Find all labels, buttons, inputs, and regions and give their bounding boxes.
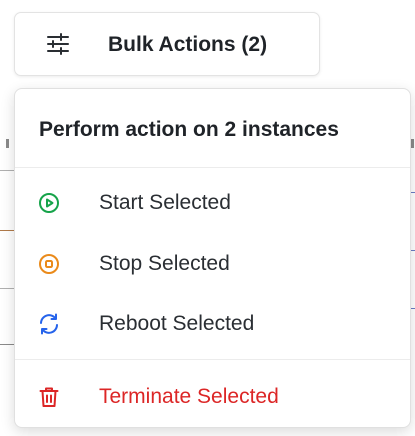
screen: Bulk Actions (2) Perform action on 2 ins… [0, 0, 415, 436]
bulk-actions-menu: Perform action on 2 instances Start Sele… [14, 88, 411, 428]
background-row-line [0, 170, 14, 171]
background-row-line [0, 230, 14, 231]
background-row-line [0, 288, 14, 289]
refresh-icon [40, 313, 58, 335]
trash-icon [39, 387, 59, 407]
start-selected-label: Start Selected [99, 191, 231, 214]
stop-circle-icon [39, 254, 59, 274]
terminate-selected-label: Terminate Selected [99, 385, 279, 408]
menu-divider [15, 359, 410, 360]
menu-header: Perform action on 2 instances [39, 118, 339, 141]
background-row-line [411, 192, 415, 193]
start-selected-item[interactable]: Start Selected [15, 175, 410, 231]
terminate-selected-item[interactable]: Terminate Selected [15, 369, 410, 425]
bulk-actions-button[interactable]: Bulk Actions (2) [14, 12, 320, 76]
reboot-selected-item[interactable]: Reboot Selected [15, 296, 410, 352]
background-row-line [411, 250, 415, 251]
stop-selected-label: Stop Selected [99, 252, 230, 275]
background-row-line [411, 308, 415, 309]
bulk-actions-label: Bulk Actions (2) [108, 33, 268, 56]
menu-divider [15, 167, 410, 168]
background-cell-mark [411, 139, 414, 148]
play-circle-icon [39, 193, 59, 213]
stop-selected-item[interactable]: Stop Selected [15, 236, 410, 292]
sliders-icon [47, 33, 69, 55]
reboot-selected-label: Reboot Selected [99, 312, 255, 335]
background-cell-mark [6, 139, 9, 148]
background-row-line [0, 344, 14, 345]
